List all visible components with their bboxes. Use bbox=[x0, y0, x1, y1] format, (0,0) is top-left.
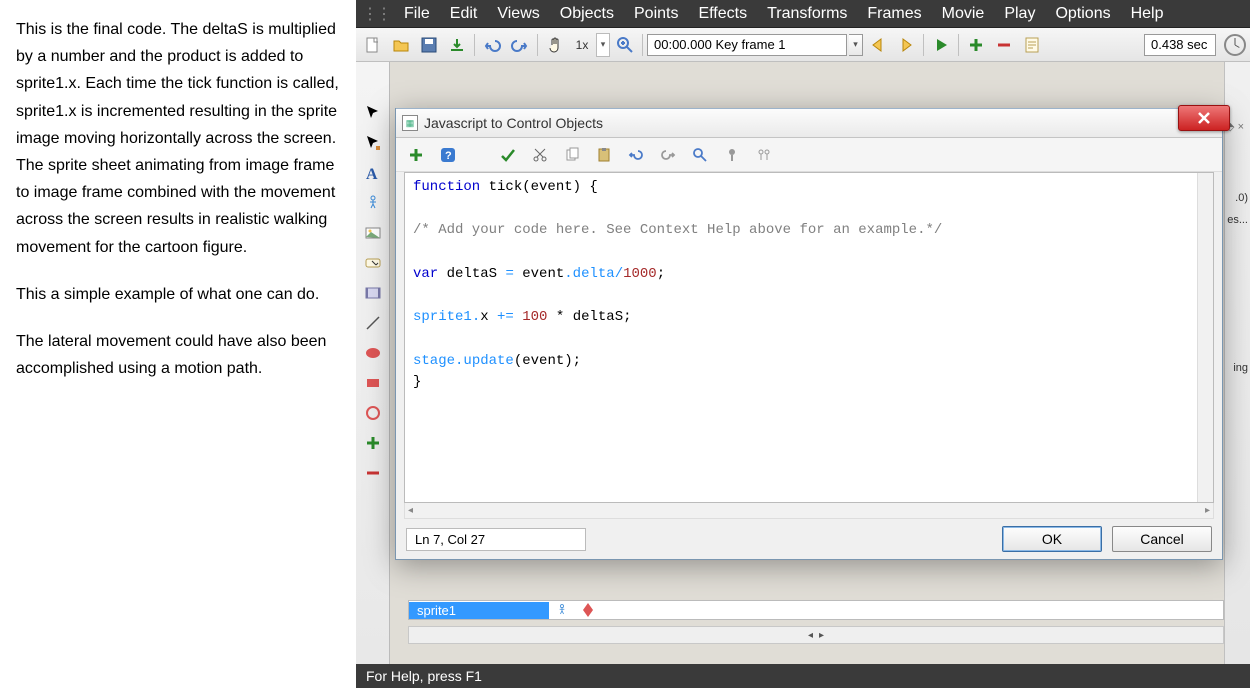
zoom-dropdown[interactable]: ▾ bbox=[596, 33, 610, 57]
dialog-titlebar[interactable]: ▦ Javascript to Control Objects bbox=[396, 108, 1222, 138]
add-icon[interactable] bbox=[406, 145, 426, 165]
duration-field[interactable]: 0.438 sec bbox=[1144, 34, 1216, 56]
panel-text: .0) bbox=[1235, 192, 1248, 204]
time-frame-field[interactable]: 00:00.000 Key frame 1 bbox=[647, 34, 847, 56]
scroll-right-icon[interactable]: ▸ bbox=[816, 630, 827, 641]
panel-text: ing bbox=[1233, 362, 1248, 374]
article-text: This is the final code. The deltaS is mu… bbox=[0, 0, 356, 688]
separator bbox=[474, 34, 475, 56]
check-icon[interactable] bbox=[498, 145, 518, 165]
horizontal-scrollbar[interactable]: ◂▸ bbox=[404, 503, 1214, 519]
menu-objects[interactable]: Objects bbox=[550, 3, 624, 25]
menu-file[interactable]: File bbox=[394, 3, 440, 25]
menu-points[interactable]: Points bbox=[624, 3, 688, 25]
article-paragraph: This is the final code. The deltaS is mu… bbox=[16, 16, 346, 261]
prev-frame-icon[interactable] bbox=[865, 32, 891, 58]
rect-tool-icon[interactable] bbox=[362, 372, 384, 394]
export-icon[interactable] bbox=[444, 32, 470, 58]
menu-views[interactable]: Views bbox=[487, 3, 549, 25]
menu-effects[interactable]: Effects bbox=[688, 3, 757, 25]
add-frame-icon[interactable] bbox=[963, 32, 989, 58]
article-paragraph: This a simple example of what one can do… bbox=[16, 281, 346, 308]
close-button[interactable] bbox=[1178, 105, 1230, 131]
cancel-button[interactable]: Cancel bbox=[1112, 526, 1212, 552]
javascript-dialog: ▦ Javascript to Control Objects ? functi… bbox=[395, 108, 1223, 560]
arrow-tool-icon[interactable] bbox=[362, 102, 384, 124]
menu-frames[interactable]: Frames bbox=[857, 3, 931, 25]
copy-icon[interactable] bbox=[562, 145, 582, 165]
dialog-title: Javascript to Control Objects bbox=[424, 115, 603, 131]
paste-icon[interactable] bbox=[594, 145, 614, 165]
scroll-left-icon[interactable]: ◂ bbox=[805, 630, 816, 641]
separator bbox=[958, 34, 959, 56]
frame-dropdown[interactable]: ▾ bbox=[849, 34, 863, 56]
figure-icon bbox=[555, 603, 569, 617]
button-tool-icon[interactable] bbox=[362, 252, 384, 274]
article-paragraph: The lateral movement could have also bee… bbox=[16, 328, 346, 382]
menu-options[interactable]: Options bbox=[1045, 3, 1120, 25]
timeline-row[interactable]: sprite1 bbox=[408, 600, 1224, 620]
cut-icon[interactable] bbox=[530, 145, 550, 165]
timeline-scrollbar[interactable]: ◂ ▸ bbox=[408, 626, 1224, 644]
undo-icon[interactable] bbox=[626, 145, 646, 165]
play-icon[interactable] bbox=[928, 32, 954, 58]
menu-bar: ⋮⋮ File Edit Views Objects Points Effect… bbox=[356, 0, 1250, 28]
clock-icon[interactable] bbox=[1224, 34, 1246, 56]
line-tool-icon[interactable] bbox=[362, 312, 384, 334]
select-point-tool-icon[interactable] bbox=[362, 132, 384, 154]
add-tool-icon[interactable] bbox=[362, 432, 384, 454]
zoom-in-icon[interactable] bbox=[612, 32, 638, 58]
bookmark-icon[interactable] bbox=[722, 145, 742, 165]
ok-button[interactable]: OK bbox=[1002, 526, 1102, 552]
new-file-icon[interactable] bbox=[360, 32, 386, 58]
find-icon[interactable] bbox=[690, 145, 710, 165]
menu-movie[interactable]: Movie bbox=[932, 3, 995, 25]
help-icon[interactable]: ? bbox=[438, 145, 458, 165]
dialog-toolbar: ? bbox=[396, 138, 1222, 172]
remove-frame-icon[interactable] bbox=[991, 32, 1017, 58]
save-icon[interactable] bbox=[416, 32, 442, 58]
dialog-app-icon: ▦ bbox=[402, 115, 418, 131]
menu-transforms[interactable]: Transforms bbox=[757, 3, 857, 25]
svg-text:?: ? bbox=[445, 150, 452, 162]
grip-icon: ⋮⋮ bbox=[362, 4, 390, 24]
circle-tool-icon[interactable] bbox=[362, 402, 384, 424]
ellipse-tool-icon[interactable] bbox=[362, 342, 384, 364]
status-text: For Help, press F1 bbox=[366, 668, 482, 684]
dialog-footer: Ln 7, Col 27 OK Cancel bbox=[396, 519, 1222, 559]
status-bar: For Help, press F1 bbox=[356, 664, 1250, 688]
timeline-label[interactable]: sprite1 bbox=[409, 602, 549, 619]
zoom-level: 1x bbox=[570, 38, 594, 52]
next-frame-icon[interactable] bbox=[893, 32, 919, 58]
separator bbox=[642, 34, 643, 56]
menu-play[interactable]: Play bbox=[994, 3, 1045, 25]
movie-tool-icon[interactable] bbox=[362, 282, 384, 304]
menu-edit[interactable]: Edit bbox=[440, 3, 488, 25]
goto-icon[interactable] bbox=[754, 145, 774, 165]
hand-tool-icon[interactable] bbox=[542, 32, 568, 58]
remove-tool-icon[interactable] bbox=[362, 462, 384, 484]
figure-tool-icon[interactable] bbox=[362, 192, 384, 214]
undo-icon[interactable] bbox=[479, 32, 505, 58]
keyframe-marker-icon[interactable] bbox=[583, 603, 593, 617]
open-file-icon[interactable] bbox=[388, 32, 414, 58]
vertical-scrollbar[interactable] bbox=[1197, 173, 1213, 502]
image-tool-icon[interactable] bbox=[362, 222, 384, 244]
separator bbox=[923, 34, 924, 56]
tool-palette: A bbox=[356, 62, 390, 664]
cursor-position: Ln 7, Col 27 bbox=[406, 528, 586, 551]
svg-text:A: A bbox=[366, 166, 378, 182]
text-tool-icon[interactable]: A bbox=[362, 162, 384, 184]
notepad-icon[interactable] bbox=[1019, 32, 1045, 58]
panel-text: es... bbox=[1227, 214, 1248, 226]
main-toolbar: 1x ▾ 00:00.000 Key frame 1 ▾ 0.438 sec bbox=[356, 28, 1250, 62]
redo-icon[interactable] bbox=[658, 145, 678, 165]
separator bbox=[537, 34, 538, 56]
right-panel: .0) es... ing bbox=[1224, 62, 1250, 664]
code-editor[interactable]: function tick(event) { /* Add your code … bbox=[404, 172, 1214, 503]
redo-icon[interactable] bbox=[507, 32, 533, 58]
menu-help[interactable]: Help bbox=[1121, 3, 1174, 25]
